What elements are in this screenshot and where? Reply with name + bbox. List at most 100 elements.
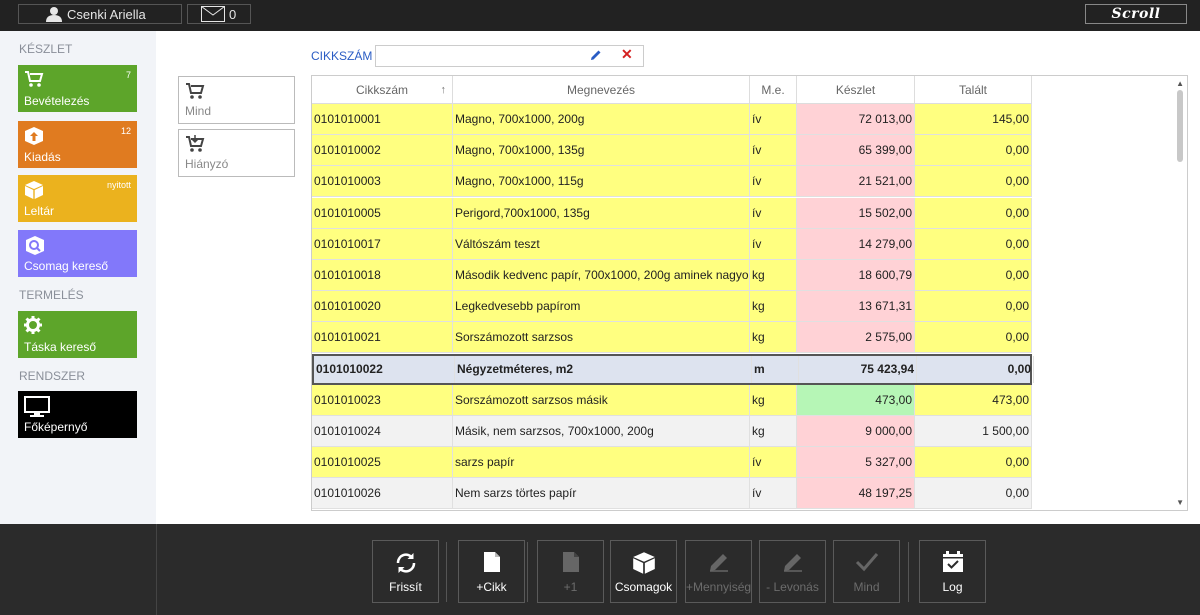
filter-label: Mind (185, 104, 212, 118)
top-bar: Csenki Ariella 0 Scroll (0, 0, 1200, 31)
user-button[interactable]: Csenki Ariella (18, 4, 182, 24)
toolbar-divider (156, 524, 157, 615)
plus-one-button[interactable]: +1 (537, 540, 604, 603)
calendar-check-icon (942, 551, 963, 572)
button-label: Mind (853, 580, 880, 594)
tile-taska-kereso[interactable]: Táska kereső (18, 311, 137, 358)
cell-name: Másik, nem sarzsos, 700x1000, 200g (453, 416, 750, 446)
tile-fokepernyo[interactable]: Főképernyő (18, 391, 137, 438)
button-label: +Cikk (476, 580, 507, 594)
logo-text: Scroll (1111, 6, 1161, 22)
tile-kiadas[interactable]: 12 Kiadás (18, 121, 137, 168)
column-header-cikkszam[interactable]: Cikkszám ↑ (312, 76, 453, 104)
button-label: +1 (563, 580, 578, 594)
cell-found: 0,00 (917, 355, 1034, 383)
table-row[interactable]: 0101010023 Sorszámozott sarzsos másik kg 47… (312, 384, 1032, 416)
cell-stock: 21 521,00 (797, 166, 915, 197)
tile-label: Csomag kereső (24, 259, 109, 273)
cell-unit: ív (750, 135, 797, 166)
cell-code: 0101010023 (312, 384, 453, 415)
table-row[interactable]: 0101010017 Váltószám teszt ív 14 279,00 0,00 (312, 228, 1032, 260)
add-quantity-button[interactable]: +Mennyiség (685, 540, 752, 603)
tile-badge: 12 (120, 126, 131, 136)
cell-name: Legkedvesebb papírom (453, 291, 750, 322)
stock-table: Cikkszám ↑ Megnevezés M.e. Készlet Talál… (311, 75, 1188, 511)
table-row[interactable]: 0101010020 Legkedvesebb papírom kg 13 671,3… (312, 291, 1032, 323)
refresh-button[interactable]: Frissít (372, 540, 439, 603)
table-row[interactable]: 0101010002 Magno, 700x1000, 135g ív 65 399,… (312, 135, 1032, 167)
toolbar-separator (446, 542, 447, 602)
log-button[interactable]: Log (919, 540, 986, 603)
cell-code: 0101010017 (312, 228, 453, 259)
table-row[interactable]: 0101010018 Második kedvenc papír, 700x100… (312, 260, 1032, 291)
tile-leltar[interactable]: nyitott Leltár (18, 175, 137, 222)
tile-label: Főképernyő (24, 420, 88, 434)
scroll-up-icon[interactable]: ▲ (1176, 79, 1184, 88)
add-item-button[interactable]: +Cikk (458, 540, 525, 603)
filter-missing-button[interactable]: Hiányzó (178, 129, 295, 177)
packages-button[interactable]: Csomagok (610, 540, 677, 603)
table-row[interactable]: 0101010021 Sorszámozott sarzsos kg 2 575,00… (312, 322, 1032, 354)
cell-code: 0101010005 (312, 197, 453, 228)
cell-code: 0101010020 (312, 291, 453, 322)
cell-name: Négyzetméteres, m2 (455, 355, 752, 383)
column-header-keszlet[interactable]: Készlet (797, 76, 915, 104)
cell-stock: 48 197,25 (797, 478, 915, 509)
envelope-icon (201, 6, 225, 22)
cell-code: 0101010018 (312, 260, 453, 290)
table-row[interactable]: 0101010025 sarzs papír ív 5 327,00 0,00 (312, 447, 1032, 479)
tile-csomag-kereso[interactable]: Csomag kereső (18, 230, 137, 277)
cell-unit: kg (750, 416, 797, 446)
table-scrollbar[interactable]: ▲ ▼ (1173, 76, 1187, 510)
cell-stock: 9 000,00 (797, 416, 915, 446)
cell-stock: 13 671,31 (797, 291, 915, 322)
scroll-down-icon[interactable]: ▼ (1176, 498, 1184, 507)
cell-found: 1 500,00 (915, 416, 1032, 446)
column-header-label: Cikkszám (355, 83, 408, 97)
cell-unit: ív (750, 166, 797, 197)
cell-found: 0,00 (915, 166, 1032, 197)
monitor-icon (24, 396, 50, 417)
column-header-talalt[interactable]: Talált (915, 76, 1032, 104)
scroll-thumb[interactable] (1177, 90, 1183, 162)
tile-bevetelezes[interactable]: 7 Bevételezés (18, 65, 137, 112)
table-row[interactable]: 0101010001 Magno, 700x1000, 200g ív 72 013,… (312, 104, 1032, 135)
cell-code: 0101010025 (312, 447, 453, 478)
cart-icon (186, 83, 205, 99)
cell-found: 0,00 (915, 135, 1032, 166)
cell-name: Magno, 700x1000, 200g (453, 104, 750, 134)
gear-icon (24, 316, 42, 334)
cell-name: Nem sarzs törtes papír (453, 478, 750, 509)
mail-count: 0 (229, 6, 237, 22)
column-header-me[interactable]: M.e. (750, 76, 797, 104)
cell-name: Sorszámozott sarzsos másik (453, 384, 750, 415)
deduct-button[interactable]: - Levonás (759, 540, 826, 603)
filter-all-button[interactable]: Mind (178, 76, 295, 124)
cell-code: 0101010001 (312, 104, 453, 134)
sidebar: KÉSZLET 7 Bevételezés 12 Kiadás nyitott … (0, 31, 156, 524)
cell-stock: 5 327,00 (797, 447, 915, 478)
toolbar-separator (527, 542, 528, 602)
cell-name: Magno, 700x1000, 135g (453, 135, 750, 166)
cell-unit: kg (750, 260, 797, 290)
cell-unit: ív (750, 228, 797, 259)
cart-missing-icon (186, 135, 205, 152)
table-row[interactable]: 0101010005 Perigord,700x1000, 135g ív 15 50… (312, 197, 1032, 229)
messages-button[interactable]: 0 (187, 4, 251, 24)
button-label: Frissít (389, 580, 422, 594)
table-row[interactable]: 0101010003 Magno, 700x1000, 115g ív 21 521,… (312, 166, 1032, 198)
cell-code: 0101010022 (314, 355, 455, 383)
table-row[interactable]: 0101010022 Négyzetméteres, m2 m 75 423,94 0,… (312, 353, 1034, 385)
button-label: +Mennyiség (686, 580, 751, 594)
cell-code: 0101010003 (312, 166, 453, 197)
pencil-icon[interactable] (590, 49, 602, 61)
cell-name: Második kedvenc papír, 700x1000, 200g am… (453, 260, 750, 290)
all-button[interactable]: Mind (833, 540, 900, 603)
clear-icon[interactable]: ✕ (621, 46, 633, 63)
cell-found: 473,00 (915, 384, 1032, 415)
table-row[interactable]: 0101010024 Másik, nem sarzsos, 700x1000, … (312, 416, 1032, 447)
cell-unit: ív (750, 447, 797, 478)
table-row[interactable]: 0101010026 Nem sarzs törtes papír ív 48 197… (312, 478, 1032, 510)
column-header-megnevezes[interactable]: Megnevezés (453, 76, 750, 104)
cikkszam-search-input[interactable] (375, 45, 644, 67)
